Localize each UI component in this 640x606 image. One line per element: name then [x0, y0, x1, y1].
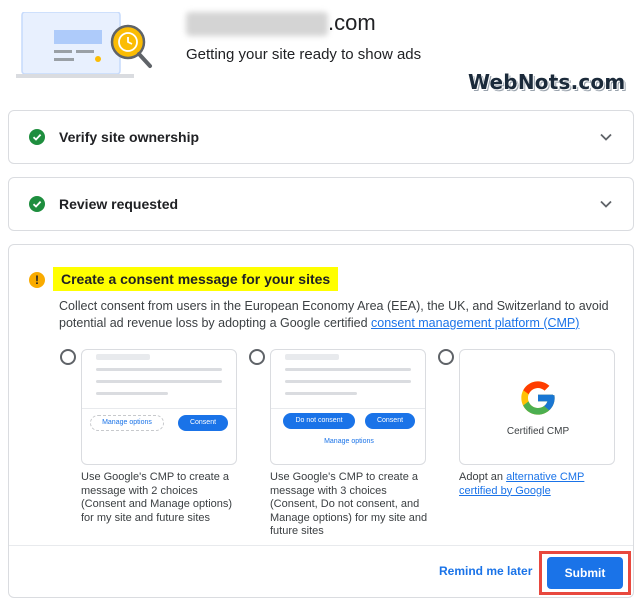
page-header: .com Getting your site ready to show ads…: [0, 0, 640, 108]
option-radio-2-choices[interactable]: [60, 349, 76, 365]
watermark: WebNots.com: [468, 70, 626, 94]
preview-do-not-consent-button: Do not consent: [283, 413, 355, 429]
consent-message-card: ! Create a consent message for your site…: [8, 244, 634, 598]
step-verify-site-ownership[interactable]: Verify site ownership: [8, 110, 634, 164]
preview-manage-options-button: Manage options: [90, 415, 164, 431]
step-review-requested[interactable]: Review requested: [8, 177, 634, 231]
option-radio-3-choices[interactable]: [249, 349, 265, 365]
remind-me-later-button[interactable]: Remind me later: [439, 564, 532, 578]
consent-title: Create a consent message for your sites: [53, 267, 339, 291]
option-text-3-choices: Use Google's CMP to create a message wit…: [270, 471, 428, 537]
consent-description: Collect consent from users in the Europe…: [59, 298, 619, 332]
chevron-down-icon[interactable]: [599, 197, 613, 216]
step-label: Review requested: [59, 196, 179, 212]
site-preview-illustration: [16, 11, 156, 82]
domain-name-blurred: [186, 12, 328, 36]
domain-tld: .com: [328, 10, 376, 35]
option-text-alternative-cmp: Adopt an alternative CMP certified by Go…: [459, 471, 619, 498]
clock-magnifier-icon: [110, 22, 156, 70]
cmp-link[interactable]: consent management platform (CMP): [371, 316, 579, 330]
check-icon: [29, 129, 45, 145]
page-subtitle: Getting your site ready to show ads: [186, 46, 422, 63]
certified-cmp-label: Certified CMP: [506, 426, 570, 437]
option-text-2-choices: Use Google's CMP to create a message wit…: [81, 471, 233, 524]
preview-consent-button: Consent: [178, 415, 228, 431]
preview-manage-options-link: Manage options: [324, 438, 374, 445]
step-label: Verify site ownership: [59, 129, 200, 145]
option-radio-alternative-cmp[interactable]: [438, 349, 454, 365]
option-preview-3-choices[interactable]: Do not consent Consent Manage options: [270, 349, 426, 465]
option-preview-2-choices[interactable]: Manage options Consent: [81, 349, 237, 465]
google-g-logo: [518, 378, 558, 418]
option-text-prefix: Adopt an: [459, 471, 507, 483]
chevron-down-icon[interactable]: [599, 130, 613, 149]
submit-button[interactable]: Submit: [547, 557, 623, 589]
footer-divider: [9, 545, 633, 546]
preview-consent-button: Consent: [365, 413, 415, 429]
warning-icon: !: [29, 272, 45, 288]
option-preview-certified-cmp[interactable]: Certified CMP: [459, 349, 615, 465]
check-icon: [29, 196, 45, 212]
